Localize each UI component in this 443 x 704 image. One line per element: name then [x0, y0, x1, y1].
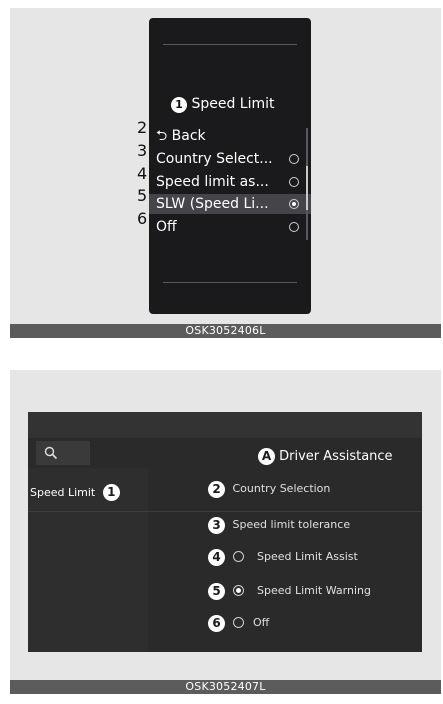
callout-number: 2	[137, 118, 148, 137]
scrollbar-thumb[interactable]	[306, 166, 308, 210]
setting-off[interactable]: 6 Off	[208, 614, 269, 632]
radio-button-selected[interactable]	[232, 584, 244, 596]
cluster-item-off[interactable]: Off	[149, 217, 311, 237]
callout-badge: 4	[208, 548, 225, 566]
callout-number: 3	[137, 141, 148, 160]
setting-label: Off	[253, 616, 270, 629]
divider	[163, 44, 297, 45]
divider	[28, 511, 422, 512]
radio-button[interactable]	[232, 616, 244, 628]
cluster-item-slw[interactable]: SLW (Speed Li...	[149, 194, 311, 214]
figure-infotainment-panel: A Driver Assistance Speed Limit 1 2 Coun…	[10, 370, 441, 694]
setting-label: Speed Limit Assist	[257, 550, 358, 563]
callout-number: 6	[137, 209, 148, 228]
callout-badge: 6	[208, 614, 225, 632]
item-label: SLW (Speed Li...	[156, 196, 269, 212]
cluster-item-speed-limit-assist[interactable]: Speed limit as...	[149, 172, 311, 192]
callout-badge: A	[258, 448, 275, 465]
setting-speed-limit-assist[interactable]: 4 Speed Limit Assist	[208, 548, 358, 566]
page-title-label: Driver Assistance	[279, 449, 393, 464]
infotainment-screen: A Driver Assistance Speed Limit 1 2 Coun…	[28, 412, 422, 652]
item-label: Off	[156, 219, 177, 235]
radio-button[interactable]	[289, 154, 299, 164]
search-icon	[44, 446, 58, 460]
callout-number: 5	[137, 186, 148, 205]
callout-badge: 5	[208, 582, 225, 600]
radio-button-selected[interactable]	[289, 199, 299, 209]
setting-label: Speed Limit Warning	[257, 584, 371, 597]
setting-speed-limit-warning[interactable]: 5 Speed Limit Warning	[208, 582, 371, 600]
callout-badge: 2	[208, 480, 225, 498]
figure-caption: OSK3052406L	[10, 324, 441, 338]
divider	[163, 282, 297, 283]
cluster-item-country-select[interactable]: Country Select...	[149, 149, 311, 169]
back-label: ⮌ Back	[156, 128, 206, 144]
radio-button[interactable]	[289, 222, 299, 232]
callout-badge: 1	[102, 484, 120, 501]
search-button[interactable]	[36, 441, 90, 465]
cluster-display: 1 Speed Limit ⮌ Back Country Select... S…	[149, 18, 311, 314]
setting-country-selection[interactable]: 2 Country Selection	[208, 480, 330, 498]
item-label: Speed limit as...	[156, 174, 269, 190]
radio-button[interactable]	[232, 550, 244, 562]
setting-label: Speed limit tolerance	[232, 518, 351, 531]
callout-badge: 1	[171, 97, 187, 113]
setting-speed-limit-tolerance[interactable]: 3 Speed limit tolerance	[208, 516, 350, 534]
setting-label: Country Selection	[232, 482, 331, 495]
radio-button[interactable]	[289, 177, 299, 187]
cluster-item-back[interactable]: ⮌ Back	[149, 126, 311, 146]
callout-badge: 3	[208, 516, 225, 534]
figure-caption: OSK3052407L	[10, 680, 441, 694]
page-title: A Driver Assistance	[258, 448, 393, 466]
cluster-title: 1 Speed Limit	[171, 96, 275, 113]
sidebar-item-label: Speed Limit	[30, 486, 96, 499]
status-bar	[28, 412, 422, 438]
item-label: Country Select...	[156, 151, 273, 167]
callout-number: 4	[137, 164, 148, 183]
figure-cluster-panel: 1 Speed Limit ⮌ Back Country Select... S…	[10, 8, 441, 338]
cluster-title-label: Speed Limit	[191, 96, 275, 112]
sidebar-item-speed-limit[interactable]: Speed Limit 1	[30, 484, 120, 501]
